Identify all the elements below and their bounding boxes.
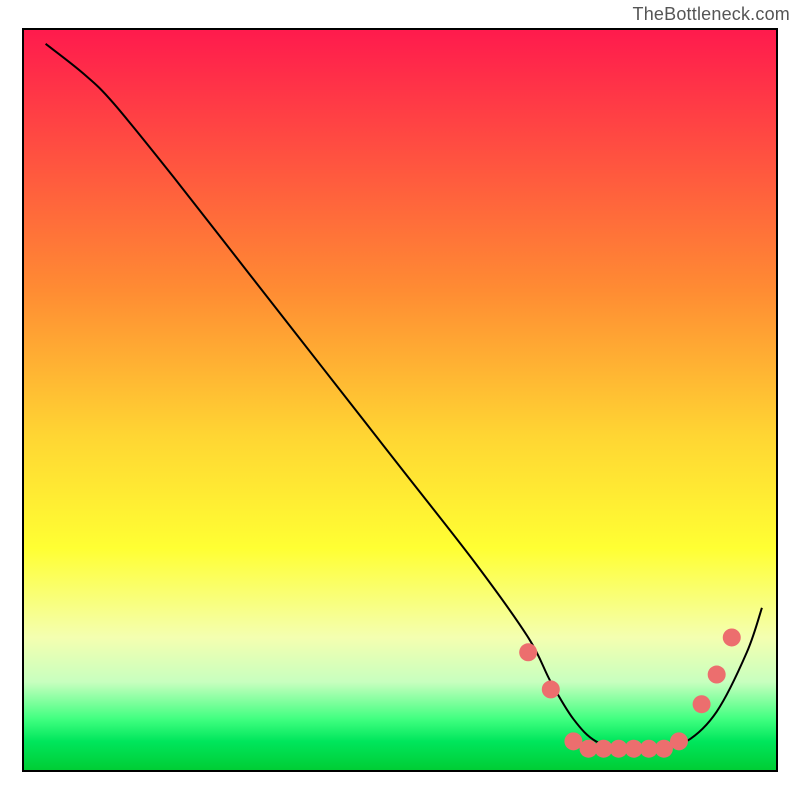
data-marker <box>670 732 688 750</box>
data-marker <box>723 628 741 646</box>
data-marker <box>708 666 726 684</box>
data-marker <box>519 643 537 661</box>
chart-background-gradient <box>23 29 777 771</box>
watermark-text: TheBottleneck.com <box>633 4 790 25</box>
bottleneck-chart: TheBottleneck.com <box>0 0 800 800</box>
data-marker <box>542 680 560 698</box>
chart-svg <box>0 0 800 800</box>
data-marker <box>693 695 711 713</box>
